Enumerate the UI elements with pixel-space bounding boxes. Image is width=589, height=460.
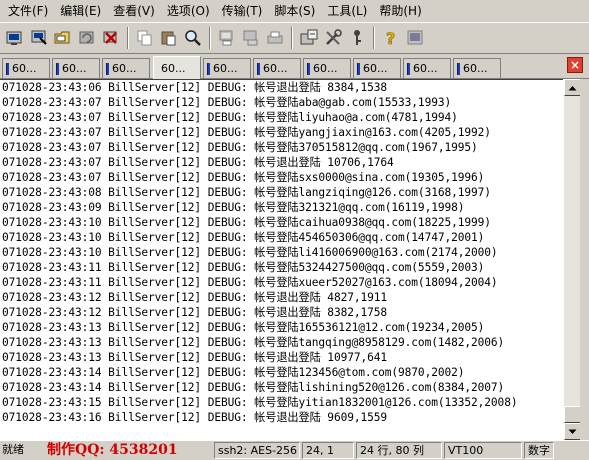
log-line: 071028-23:43:10 BillServer[12] DEBUG: 帐号… bbox=[2, 216, 491, 229]
log-line: 071028-23:43:10 BillServer[12] DEBUG: 帐号… bbox=[2, 246, 498, 259]
log-line: 071028-23:43:07 BillServer[12] DEBUG: 帐号… bbox=[2, 111, 458, 124]
status-ready: 就绪 bbox=[2, 443, 24, 456]
terminal-tab-icon bbox=[407, 62, 410, 75]
connect-icon[interactable] bbox=[3, 27, 26, 50]
log-line: 071028-23:43:14 BillServer[12] DEBUG: 帐号… bbox=[2, 381, 505, 394]
terminal-tab-icon bbox=[357, 62, 360, 75]
vertical-scrollbar[interactable] bbox=[563, 79, 581, 440]
session-tab[interactable]: 60... bbox=[253, 58, 301, 78]
log-line: 071028-23:43:07 BillServer[12] DEBUG: 帐号… bbox=[2, 141, 478, 154]
session-tab[interactable]: 60... bbox=[102, 58, 150, 78]
terminal-tab-icon bbox=[307, 62, 310, 75]
menu-view[interactable]: 查看(V) bbox=[107, 1, 161, 21]
log-line: 071028-23:43:07 BillServer[12] DEBUG: 帐号… bbox=[2, 156, 394, 169]
status-terminal-size: 24 行, 80 列 bbox=[356, 442, 442, 459]
status-credit: 制作QQ: 4538201 bbox=[47, 442, 178, 458]
log-line: 071028-23:43:13 BillServer[12] DEBUG: 帐号… bbox=[2, 321, 485, 334]
tab-label: 60... bbox=[413, 62, 438, 75]
toolbar-separator bbox=[127, 27, 129, 49]
tab-label: 60... bbox=[62, 62, 87, 75]
toolbar-separator bbox=[291, 27, 293, 49]
menu-transfer[interactable]: 传输(T) bbox=[216, 1, 269, 21]
status-numlock: 数字 bbox=[524, 442, 554, 459]
session-tab[interactable]: 60... bbox=[52, 58, 100, 78]
log-line: 071028-23:43:13 BillServer[12] DEBUG: 帐号… bbox=[2, 351, 388, 364]
terminal-tab-icon bbox=[6, 62, 9, 75]
session-folder-icon[interactable] bbox=[51, 27, 74, 50]
log-line: 071028-23:43:13 BillServer[12] DEBUG: 帐号… bbox=[2, 336, 505, 349]
print-screen-icon[interactable] bbox=[239, 27, 262, 50]
session-options-icon[interactable] bbox=[297, 27, 320, 50]
toolbar-separator bbox=[373, 27, 375, 49]
disconnect-icon[interactable] bbox=[99, 27, 122, 50]
tab-label: 60... bbox=[112, 62, 137, 75]
window-edge bbox=[580, 79, 589, 440]
about-icon[interactable] bbox=[403, 27, 426, 50]
tab-label: 60... bbox=[363, 62, 388, 75]
session-tab[interactable]: 60... bbox=[453, 58, 501, 78]
close-tab-icon[interactable]: × bbox=[567, 57, 583, 73]
session-tab[interactable]: 60... bbox=[303, 58, 351, 78]
status-cursor-position: 24, 1 bbox=[302, 442, 354, 459]
log-line: 071028-23:43:11 BillServer[12] DEBUG: 帐号… bbox=[2, 261, 485, 274]
status-protocol: ssh2: AES-256 bbox=[214, 442, 300, 459]
menu-edit[interactable]: 编辑(E) bbox=[54, 1, 107, 21]
log-line: 071028-23:43:09 BillServer[12] DEBUG: 帐号… bbox=[2, 201, 465, 214]
menu-file[interactable]: 文件(F) bbox=[2, 1, 54, 21]
help-icon[interactable]: ? bbox=[379, 27, 402, 50]
session-tab-strip: 60... 60... 60... 60... 60... 60... 60..… bbox=[0, 55, 589, 79]
tab-label: 60... bbox=[263, 62, 288, 75]
scroll-up-icon[interactable] bbox=[564, 79, 581, 96]
print-setup-icon[interactable] bbox=[263, 27, 286, 50]
reconnect-icon[interactable] bbox=[75, 27, 98, 50]
log-line: 071028-23:43:11 BillServer[12] DEBUG: 帐号… bbox=[2, 276, 498, 289]
menu-script[interactable]: 脚本(S) bbox=[268, 1, 321, 21]
terminal-tab-icon bbox=[207, 62, 210, 75]
log-line: 071028-23:43:14 BillServer[12] DEBUG: 帐号… bbox=[2, 366, 465, 379]
menu-tools[interactable]: 工具(L) bbox=[321, 1, 373, 21]
session-tab[interactable]: 60... bbox=[403, 58, 451, 78]
tab-label: 60... bbox=[12, 62, 37, 75]
tab-label: 60... bbox=[313, 62, 338, 75]
log-line: 071028-23:43:10 BillServer[12] DEBUG: 帐号… bbox=[2, 231, 485, 244]
menu-bar: 文件(F) 编辑(E) 查看(V) 选项(O) 传输(T) 脚本(S) 工具(L… bbox=[0, 0, 589, 22]
log-line: 071028-23:43:15 BillServer[12] DEBUG: 帐号… bbox=[2, 396, 518, 409]
scrollbar-thumb[interactable] bbox=[564, 406, 581, 423]
log-line: 071028-23:43:12 BillServer[12] DEBUG: 帐号… bbox=[2, 306, 388, 319]
session-tab-active[interactable]: 60... bbox=[153, 56, 201, 79]
scroll-down-icon[interactable] bbox=[564, 423, 581, 440]
toolbar: ? bbox=[0, 22, 589, 54]
terminal-output[interactable]: 071028-23:43:06 BillServer[12] DEBUG: 帐号… bbox=[0, 79, 563, 440]
session-tab[interactable]: 60... bbox=[353, 58, 401, 78]
tab-label: 60... bbox=[463, 62, 488, 75]
svg-text:?: ? bbox=[386, 29, 395, 47]
log-line: 071028-23:43:07 BillServer[12] DEBUG: 帐号… bbox=[2, 126, 491, 139]
log-line: 071028-23:43:08 BillServer[12] DEBUG: 帐号… bbox=[2, 186, 491, 199]
copy-icon[interactable] bbox=[133, 27, 156, 50]
find-icon[interactable] bbox=[181, 27, 204, 50]
tab-label: 60... bbox=[161, 61, 186, 75]
status-bar: 就绪 制作QQ: 4538201 ssh2: AES-256 24, 1 24 … bbox=[0, 440, 589, 460]
menu-options[interactable]: 选项(O) bbox=[161, 1, 216, 21]
log-line: 071028-23:43:07 BillServer[12] DEBUG: 帐号… bbox=[2, 171, 485, 184]
tab-label: 60... bbox=[213, 62, 238, 75]
terminal-tab-icon bbox=[106, 62, 109, 75]
terminal-tab-icon bbox=[457, 62, 460, 75]
session-tab[interactable]: 60... bbox=[2, 58, 50, 78]
terminal-tab-icon bbox=[56, 62, 59, 75]
print-icon[interactable] bbox=[215, 27, 238, 50]
toolbar-separator bbox=[209, 27, 211, 49]
log-line: 071028-23:43:07 BillServer[12] DEBUG: 帐号… bbox=[2, 96, 452, 109]
session-tab[interactable]: 60... bbox=[203, 58, 251, 78]
menu-help[interactable]: 帮助(H) bbox=[373, 1, 427, 21]
status-terminal-type: VT100 bbox=[444, 442, 522, 459]
global-options-icon[interactable] bbox=[321, 27, 344, 50]
log-line: 071028-23:43:06 BillServer[12] DEBUG: 帐号… bbox=[2, 81, 388, 94]
paste-icon[interactable] bbox=[157, 27, 180, 50]
terminal-tab-icon bbox=[257, 62, 260, 75]
log-line: 071028-23:43:16 BillServer[12] DEBUG: 帐号… bbox=[2, 411, 388, 424]
log-line: 071028-23:43:12 BillServer[12] DEBUG: 帐号… bbox=[2, 291, 388, 304]
keymap-icon[interactable] bbox=[345, 27, 368, 50]
quick-connect-icon[interactable] bbox=[27, 27, 50, 50]
